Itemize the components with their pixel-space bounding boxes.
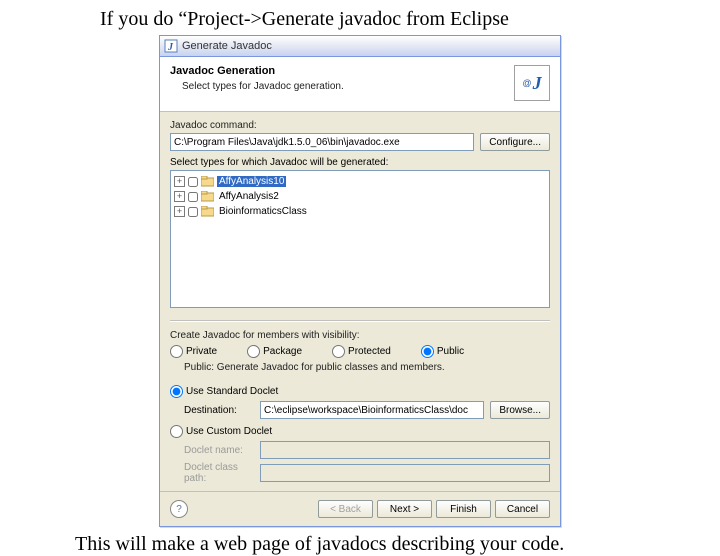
visibility-radios: Private Package Protected Public [170,345,550,358]
visibility-public[interactable]: Public [421,345,464,358]
select-types-label: Select types for which Javadoc will be g… [170,157,550,168]
tree-checkbox[interactable] [188,177,198,187]
expand-icon[interactable]: + [174,191,185,202]
tree-item[interactable]: + AffyAnalysis10 [174,174,546,189]
configure-button[interactable]: Configure... [480,133,550,151]
back-button: < Back [318,500,373,518]
tree-item-label: AffyAnalysis2 [217,191,281,202]
javadoc-icon: @J [514,65,550,101]
doclet-classpath-input [260,464,550,482]
help-icon[interactable]: ? [170,500,188,518]
tree-item[interactable]: + BioinformaticsClass [174,204,546,219]
finish-button[interactable]: Finish [436,500,491,518]
svg-text:J: J [167,42,174,53]
visibility-label: Create Javadoc for members with visibili… [170,330,550,341]
caption-top: If you do “Project->Generate javadoc fro… [100,8,720,31]
expand-icon[interactable]: + [174,176,185,187]
caption-bottom: This will make a web page of javadocs de… [75,533,720,556]
visibility-description: Public: Generate Javadoc for public clas… [184,362,550,373]
expand-icon[interactable]: + [174,206,185,217]
tree-item[interactable]: + AffyAnalysis2 [174,189,546,204]
tree-checkbox[interactable] [188,207,198,217]
next-button[interactable]: Next > [377,500,432,518]
titlebar-text: Generate Javadoc [182,40,272,52]
javadoc-command-label: Javadoc command: [170,120,550,131]
tree-item-label: AffyAnalysis10 [217,176,286,187]
browse-button[interactable]: Browse... [490,401,550,419]
banner-title: Javadoc Generation [170,65,344,77]
folder-icon [201,206,214,217]
titlebar: J Generate Javadoc [160,36,560,57]
visibility-package[interactable]: Package [247,345,302,358]
use-standard-doclet[interactable]: Use Standard Doclet [170,385,550,398]
visibility-private[interactable]: Private [170,345,217,358]
folder-icon [201,191,214,202]
visibility-protected[interactable]: Protected [332,345,391,358]
separator [170,320,550,322]
banner: Javadoc Generation Select types for Java… [160,57,560,112]
folder-icon [201,176,214,187]
use-custom-doclet[interactable]: Use Custom Doclet [170,425,550,438]
javadoc-command-input[interactable] [170,133,474,151]
doclet-classpath-label: Doclet class path: [184,462,254,484]
doclet-name-label: Doclet name: [184,445,254,456]
cancel-button[interactable]: Cancel [495,500,550,518]
banner-subtitle: Select types for Javadoc generation. [182,81,344,92]
tree-checkbox[interactable] [188,192,198,202]
destination-input[interactable] [260,401,484,419]
types-tree[interactable]: + AffyAnalysis10 + AffyAnalysis2 + Bioin… [170,170,550,308]
doclet-name-input [260,441,550,459]
app-icon: J [164,39,178,53]
generate-javadoc-dialog: J Generate Javadoc Javadoc Generation Se… [159,35,561,527]
tree-item-label: BioinformaticsClass [217,206,309,217]
destination-label: Destination: [184,405,254,416]
